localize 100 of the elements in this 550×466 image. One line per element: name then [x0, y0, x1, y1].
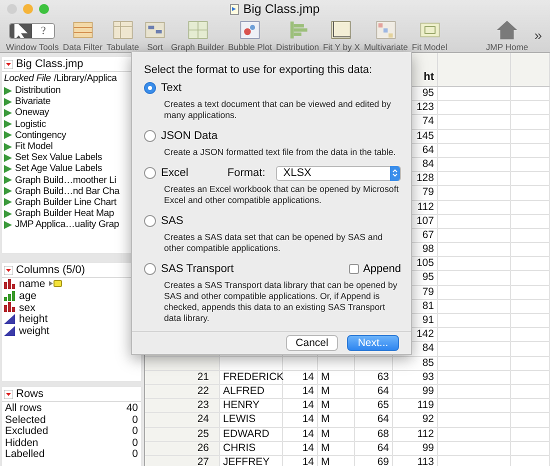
radio-button[interactable] [144, 130, 156, 142]
radio-button[interactable] [144, 167, 156, 179]
table-cell: 14 [283, 384, 318, 398]
column-item[interactable]: height [19, 313, 48, 326]
table-cell: 14 [283, 370, 318, 384]
table-cell: 112 [393, 428, 438, 441]
column-item[interactable]: age [19, 290, 37, 302]
grid-chart-icon [186, 19, 210, 41]
zoom-button[interactable] [39, 4, 49, 14]
row-state-count: 0 [132, 414, 138, 426]
table-cell: 119 [393, 399, 438, 412]
toolbar-button[interactable]: JMP Home [484, 19, 530, 52]
script-item[interactable]: Graph Build…moother Li [2, 174, 141, 186]
row-state-count: 0 [132, 448, 138, 460]
radio-button[interactable] [144, 215, 156, 227]
disclosure-icon[interactable] [4, 390, 13, 398]
axes-icon [329, 19, 354, 41]
table-cell: 64 [355, 442, 393, 455]
script-item[interactable]: Oneway [2, 107, 141, 119]
script-item[interactable]: Distribution [2, 85, 141, 96]
overflow-chevron[interactable]: » [530, 27, 546, 43]
table-cell: 63 [355, 370, 393, 384]
toolbar-button[interactable]: Data Filter [60, 19, 104, 52]
column-item[interactable]: sex [19, 302, 36, 314]
home-icon [495, 19, 520, 41]
panel-title: Rows [16, 388, 44, 400]
option-description: Creates a SAS data set that can be opened by SAS and other compatible applications. [163, 232, 384, 254]
file-path: /Library/Applica [54, 73, 117, 84]
table-cell: 99 [393, 442, 438, 455]
table-cell: 99 [393, 384, 438, 398]
toolbar-button[interactable]: Sort [141, 19, 169, 52]
column-item[interactable]: weight [19, 325, 50, 338]
option-label[interactable]: SAS Transport [161, 263, 234, 275]
radio-button[interactable] [144, 263, 156, 275]
minimize-button[interactable] [23, 4, 33, 14]
bubble-icon [238, 19, 262, 41]
row-header-cell[interactable]: 25 [145, 428, 220, 441]
toolbar-button[interactable]: Distribution [274, 19, 321, 52]
continuous-triangle-icon [4, 314, 15, 324]
option-label[interactable]: JSON Data [161, 130, 218, 142]
dialog-button[interactable]: Cancel [286, 335, 338, 351]
row-state-label: All rows [5, 402, 42, 414]
table-cell: 64 [355, 384, 393, 398]
script-item[interactable]: Contingency [2, 130, 141, 141]
table-cell: LEWIS [220, 413, 283, 426]
format-dropdown[interactable]: XLSX [276, 166, 401, 180]
table-cell: M [318, 456, 355, 466]
toolbar-label: Window Tools [6, 42, 59, 52]
column-item[interactable]: name [19, 278, 46, 290]
row-header-cell[interactable] [145, 356, 220, 370]
table-cell: EDWARD [220, 428, 283, 441]
row-header-cell[interactable]: 21 [145, 370, 220, 384]
option-label[interactable]: SAS [161, 215, 184, 227]
disclosure-icon[interactable] [4, 60, 13, 68]
toolbar-button[interactable]: Bubble Plot [226, 19, 274, 52]
table-cell: 68 [355, 428, 393, 441]
table-cell: 113 [393, 456, 438, 466]
option-description: Creates a text document that can be viewed and edited by many applications. [163, 99, 392, 121]
script-item[interactable]: Graph Builder Heat Map [2, 208, 141, 220]
script-item[interactable]: Logistic [2, 118, 141, 130]
toolbar-button[interactable]: Multivariate [362, 19, 410, 52]
option-label[interactable]: Text [161, 82, 182, 94]
table-cell: 92 [393, 413, 438, 426]
window-tools-segmented-control[interactable]: ? [9, 23, 56, 39]
radio-button[interactable] [144, 82, 156, 94]
table-cell: 14 [283, 413, 318, 426]
column-header[interactable]: ht [424, 71, 434, 83]
toolbar-button[interactable]: Fit Model [410, 19, 450, 52]
script-item[interactable]: JMP Applica…uality Grap [2, 219, 141, 230]
table-cell: 14 [283, 399, 318, 412]
script-item[interactable]: Fit Model [2, 140, 141, 152]
script-item[interactable]: Set Age Value Labels [2, 163, 141, 174]
row-header-cell[interactable]: 26 [145, 442, 220, 455]
script-item[interactable]: Set Sex Value Labels [2, 152, 141, 164]
option-label[interactable]: Excel [161, 167, 188, 179]
disclosure-icon[interactable] [4, 266, 13, 274]
table-cell: JEFFREY [220, 456, 283, 466]
row-header-cell[interactable]: 23 [145, 399, 220, 412]
table-cell: CHRIS [220, 442, 283, 455]
table-cell: ALFRED [220, 384, 283, 398]
row-state-count: 0 [132, 436, 138, 448]
panel-title: Big Class.jmp [16, 58, 84, 70]
row-header-cell[interactable]: 22 [145, 384, 220, 398]
table-cell: 64 [355, 413, 393, 426]
row-state-label: Selected [5, 414, 46, 426]
row-header-cell[interactable]: 24 [145, 413, 220, 426]
sort-icon [143, 19, 167, 41]
script-item[interactable]: Graph Build…nd Bar Cha [2, 186, 141, 197]
script-item[interactable]: Graph Builder Line Chart [2, 196, 141, 208]
toolbar-button[interactable]: Graph Builder [169, 19, 226, 52]
table-cell: 65 [355, 399, 393, 412]
toolbar-button[interactable]: Tabulate [104, 19, 141, 52]
script-item[interactable]: Bivariate [2, 96, 141, 108]
toolbar-button[interactable]: Fit Y by X [321, 19, 362, 52]
nominal-bars-icon [4, 302, 15, 312]
row-state-label: Hidden [5, 436, 38, 448]
row-state-count: 40 [126, 402, 138, 414]
table-cell: FREDERICK [220, 370, 283, 384]
row-header-cell[interactable]: 27 [145, 456, 220, 466]
table-cell: M [318, 428, 355, 441]
